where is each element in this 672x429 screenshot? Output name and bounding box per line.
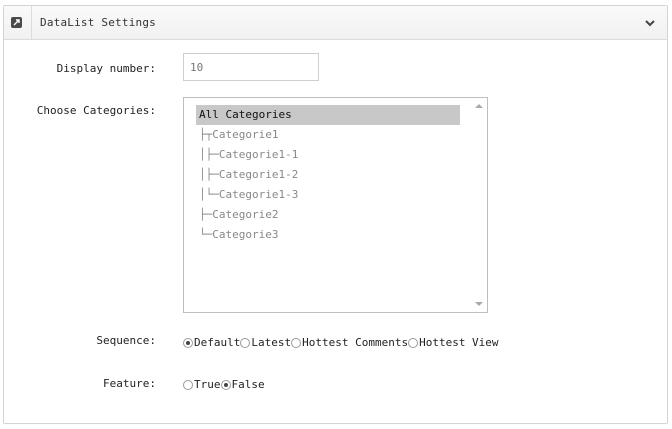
sequence-option-default[interactable]: Default	[183, 336, 240, 349]
panel-header[interactable]: DataList Settings	[4, 6, 667, 40]
choose-categories-label: Choose Categories:	[36, 104, 156, 117]
feature-option-true[interactable]: True	[183, 378, 221, 391]
radio-hottest-comments[interactable]	[291, 337, 302, 348]
radio-false[interactable]	[220, 379, 231, 390]
sequence-option-hottest-view[interactable]: Hottest View	[408, 336, 499, 349]
list-item-categorie1-1[interactable]: │├─Categorie1-1	[196, 145, 460, 165]
listbox-scrollbar[interactable]	[471, 98, 487, 312]
chevron-down-icon[interactable]	[643, 16, 657, 30]
sequence-option-latest[interactable]: Latest	[240, 336, 291, 349]
scroll-up-arrow-icon[interactable]	[475, 104, 483, 108]
panel-icon-box	[4, 6, 32, 39]
scroll-down-arrow-icon[interactable]	[475, 302, 483, 306]
radio-label-false: False	[231, 378, 265, 391]
list-item-categorie3[interactable]: └─Categorie3	[196, 225, 460, 245]
radio-label-hottest-view: Hottest View	[419, 336, 499, 349]
feature-label: Feature:	[103, 377, 156, 390]
categories-listbox[interactable]: All Categories ├┬Categorie1 │├─Categorie…	[183, 97, 488, 313]
radio-label-default: Default	[194, 336, 241, 349]
radio-label-latest: Latest	[251, 336, 292, 349]
sequence-option-hottest-comments[interactable]: Hottest Comments	[291, 336, 408, 349]
datalist-settings-panel: DataList Settings Display number: Choose…	[3, 5, 668, 424]
feature-option-false[interactable]: False	[220, 378, 265, 391]
feature-radio-group: True False	[183, 378, 265, 391]
radio-true[interactable]	[183, 379, 193, 390]
list-item-categorie1-3[interactable]: │└─Categorie1-3	[196, 185, 460, 205]
display-number-label: Display number:	[56, 62, 156, 75]
sequence-label: Sequence:	[96, 334, 156, 347]
categories-list: All Categories ├┬Categorie1 │├─Categorie…	[196, 105, 460, 245]
list-item-categorie1-2[interactable]: │├─Categorie1-2	[196, 165, 460, 185]
sequence-radio-group: Default Latest Hottest Comments Hottest …	[183, 336, 499, 349]
radio-label-hottest-comments: Hottest Comments	[302, 336, 409, 349]
radio-label-true: True	[194, 378, 221, 391]
radio-default[interactable]	[183, 337, 193, 348]
display-number-input[interactable]	[183, 53, 319, 81]
radio-hottest-view[interactable]	[408, 337, 419, 348]
panel-title: DataList Settings	[40, 16, 156, 29]
external-link-icon	[11, 17, 22, 28]
list-item-all-categories[interactable]: All Categories	[196, 105, 460, 125]
list-item-categorie1[interactable]: ├┬Categorie1	[196, 125, 460, 145]
list-item-categorie2[interactable]: ├─Categorie2	[196, 205, 460, 225]
radio-latest[interactable]	[240, 337, 251, 348]
